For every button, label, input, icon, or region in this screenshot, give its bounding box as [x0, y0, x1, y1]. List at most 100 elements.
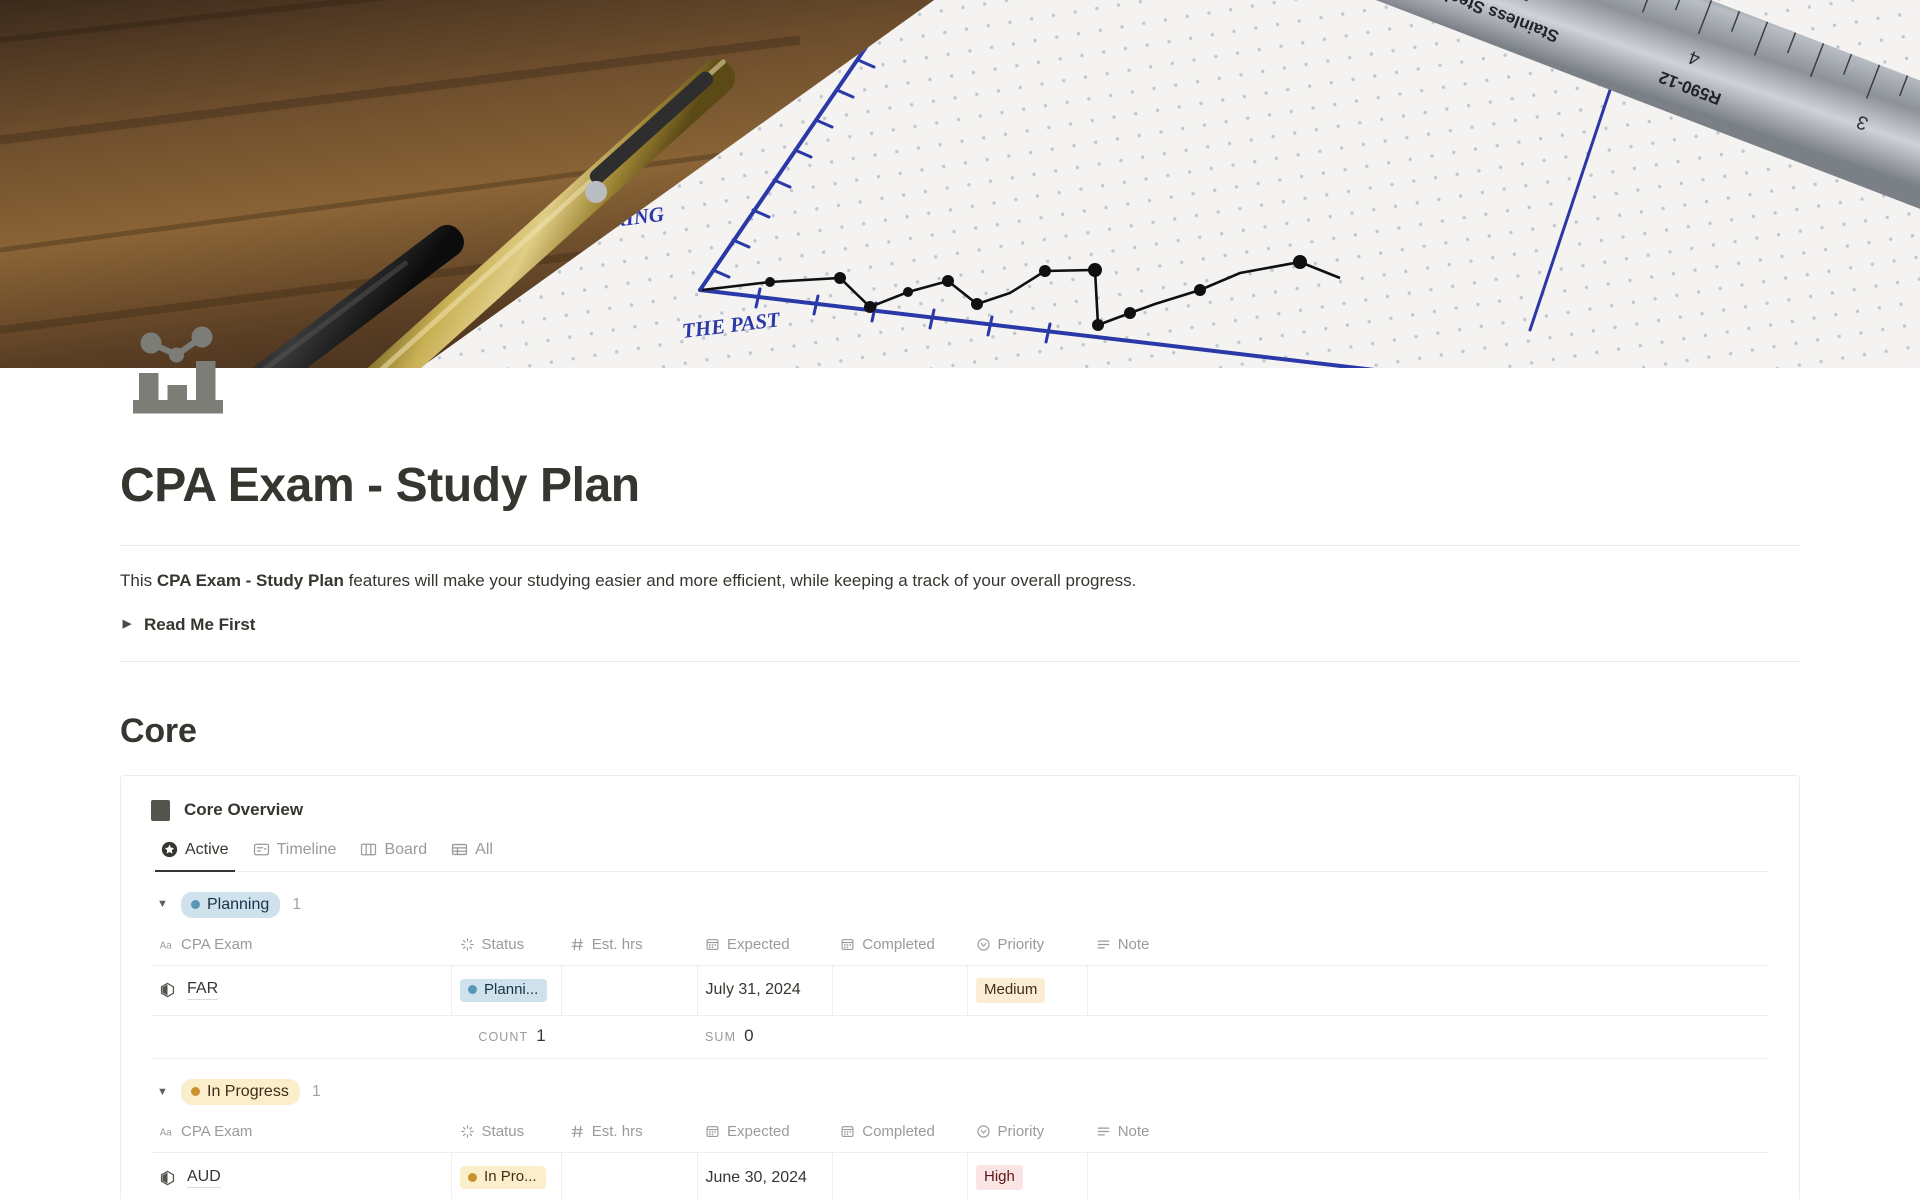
group-count: 1 — [292, 895, 302, 913]
status-dot — [468, 1172, 478, 1182]
cell-priority[interactable]: High — [967, 1152, 1089, 1199]
status-label: In Pro... — [484, 1168, 537, 1186]
tab-label: All — [475, 840, 493, 858]
cell-status[interactable]: Planni... — [451, 965, 563, 1016]
column-header-completed[interactable]: Completed — [832, 1117, 968, 1154]
group-status-pill[interactable]: In Progress — [181, 1078, 300, 1106]
group-header-in-progress[interactable]: ▼ In Progress 1 — [151, 1059, 1769, 1117]
cell-completed[interactable] — [832, 1152, 969, 1199]
column-label: Est. hrs — [591, 935, 643, 953]
summary-spacer-4 — [967, 1015, 1088, 1059]
table-row[interactable]: FAR Planni... July 31, 2024 Medium — [151, 965, 1769, 1016]
page-intro: This CPA Exam - Study Plan features will… — [120, 546, 1800, 594]
star-circle-icon — [161, 841, 178, 858]
column-header-expected[interactable]: Expected — [697, 1117, 833, 1154]
text-aa-icon: Aa — [160, 940, 173, 951]
summary-spacer-3 — [832, 1015, 968, 1059]
priority-badge: High — [976, 1165, 1023, 1191]
status-dot — [191, 1087, 200, 1097]
cell-status[interactable]: In Pro... — [451, 1152, 563, 1199]
cell-note[interactable] — [1087, 1152, 1769, 1199]
summary-count[interactable]: COUNT 1 — [451, 1015, 562, 1059]
tab-label: Board — [384, 840, 428, 858]
cell-est-hrs[interactable] — [561, 965, 698, 1016]
summary-spacer — [151, 1015, 452, 1059]
cell-expected[interactable]: June 30, 2024 — [697, 1152, 833, 1199]
summary-spacer-5 — [1087, 1015, 1769, 1059]
group-status-pill[interactable]: Planning — [181, 891, 281, 918]
column-header-priority[interactable]: Priority — [967, 929, 1088, 966]
tab-active[interactable]: Active — [151, 835, 239, 872]
contrast-circle-icon — [160, 1170, 175, 1186]
number-hash-icon — [571, 938, 583, 951]
contrast-circle-icon — [160, 982, 175, 998]
cell-expected[interactable]: July 31, 2024 — [697, 965, 833, 1016]
column-label: Completed — [862, 935, 935, 953]
summary-spacer-2 — [561, 1015, 697, 1059]
intro-suffix: features will make your studying easier … — [343, 571, 1137, 591]
group-header-planning[interactable]: ▼ Planning 1 — [151, 872, 1769, 930]
sum-label: SUM — [705, 1029, 737, 1044]
table-area: ▼ Planning 1 Aa CPA Exam Status Est. hrs… — [121, 872, 1799, 1199]
status-pill: Planni... — [460, 978, 548, 1002]
cover-illustration: NOT SUCKING SUCKING THE PAST — [0, 0, 1920, 368]
status-spinner-icon — [460, 937, 474, 951]
calendar-icon — [706, 938, 719, 950]
database-header: Core Overview — [121, 776, 1799, 831]
column-label: Status — [481, 935, 525, 953]
column-header-status[interactable]: Status — [451, 929, 562, 966]
column-label: CPA Exam — [181, 1123, 253, 1141]
column-header-expected[interactable]: Expected — [697, 929, 833, 966]
count-value: 1 — [536, 1025, 546, 1045]
calendar-icon — [841, 938, 854, 950]
tab-timeline[interactable]: Timeline — [243, 835, 347, 871]
cell-est-hrs[interactable] — [561, 1152, 698, 1199]
column-header-est-hrs[interactable]: Est. hrs — [561, 929, 697, 966]
tab-label: Active — [185, 840, 229, 858]
column-header-note[interactable]: Note — [1087, 1117, 1769, 1154]
sum-value: 0 — [744, 1025, 754, 1045]
database-title[interactable]: Core Overview — [184, 800, 303, 820]
page-content-column: CPA Exam - Study Plan This CPA Exam - St… — [120, 368, 1800, 1199]
view-tabs: Active Timeline Board All — [151, 831, 1769, 872]
column-label: Expected — [727, 1123, 790, 1141]
column-header-note[interactable]: Note — [1087, 929, 1769, 966]
group-name: In Progress — [207, 1082, 289, 1100]
cell-title[interactable]: AUD — [151, 1152, 453, 1199]
text-aa-icon: Aa — [160, 1127, 173, 1138]
summary-sum[interactable]: SUM 0 — [697, 1015, 833, 1059]
text-lines-icon — [1097, 1127, 1110, 1136]
timeline-icon — [253, 843, 269, 856]
column-label: Completed — [862, 1123, 935, 1141]
caret-down-icon[interactable]: ▼ — [157, 1086, 169, 1098]
column-header-status[interactable]: Status — [451, 1117, 562, 1154]
cell-note[interactable] — [1087, 965, 1769, 1016]
column-header-est-hrs[interactable]: Est. hrs — [561, 1117, 697, 1154]
chevron-right-icon[interactable]: ▶ — [120, 618, 134, 632]
column-header-cpa-exam[interactable]: Aa CPA Exam — [151, 1117, 452, 1154]
table-header-row: Aa CPA Exam Status Est. hrs Expected Com… — [151, 929, 1769, 966]
column-label: Note — [1117, 1123, 1150, 1141]
tab-label: Timeline — [276, 840, 337, 858]
read-me-first-toggle[interactable]: ▶ Read Me First — [120, 595, 1800, 635]
row-title: FAR — [187, 980, 219, 1001]
cover-banner: NOT SUCKING SUCKING THE PAST — [0, 0, 1920, 368]
column-header-cpa-exam[interactable]: Aa CPA Exam — [151, 929, 452, 966]
row-title: AUD — [187, 1168, 221, 1188]
table-row[interactable]: AUD In Pro... June 30, 2024 High — [151, 1152, 1769, 1199]
count-label: COUNT — [478, 1029, 529, 1044]
bar-chart-analytics-icon — [130, 322, 226, 418]
column-label: Status — [481, 1123, 525, 1141]
cell-priority[interactable]: Medium — [967, 965, 1089, 1016]
page-body: CPA Exam - Study Plan This CPA Exam - St… — [0, 368, 1920, 1199]
cell-completed[interactable] — [832, 965, 969, 1016]
column-label: Priority — [997, 935, 1045, 953]
cell-title[interactable]: FAR — [151, 965, 453, 1016]
svg-text:Aa: Aa — [160, 1127, 173, 1138]
column-header-completed[interactable]: Completed — [832, 929, 968, 966]
caret-down-icon[interactable]: ▼ — [157, 899, 169, 910]
column-header-priority[interactable]: Priority — [967, 1117, 1088, 1154]
tab-board[interactable]: Board — [350, 835, 437, 871]
tab-all[interactable]: All — [441, 835, 503, 871]
status-label: Planni... — [484, 980, 539, 998]
